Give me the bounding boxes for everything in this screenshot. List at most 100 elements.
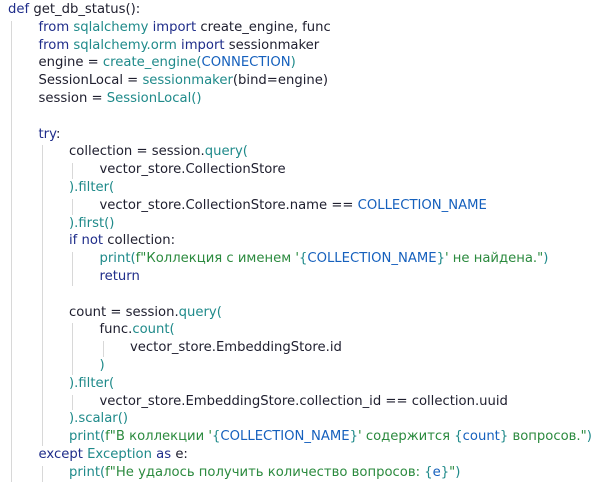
code-token: from: [38, 19, 74, 35]
code-token: }: [499, 429, 509, 445]
code-token: print: [69, 464, 100, 480]
indent-guide: [72, 323, 73, 375]
code-token: :: [55, 126, 61, 142]
code-token: import: [152, 19, 201, 35]
indent-guide: [11, 20, 12, 482]
code-token: ): [290, 55, 296, 71]
code-token: if not: [69, 233, 108, 249]
code-token: COLLECTION_NAME: [220, 429, 350, 445]
code-line: vector_store.CollectionStore.name == COL…: [100, 197, 487, 215]
code-token: e:: [175, 447, 188, 462]
code-token: ).: [69, 375, 79, 391]
code-token: (: [109, 180, 115, 195]
code-token: ): [543, 251, 549, 267]
code-token: (): [117, 411, 129, 427]
code-token: ).: [69, 180, 79, 195]
code-token: create_engine: [102, 55, 197, 71]
code-token: query: [204, 144, 243, 160]
code-token: SessionLocal =: [38, 73, 143, 89]
code-line: collection = session.query(: [69, 143, 248, 161]
code-line: ).first(): [69, 215, 114, 233]
code-token: COLLECTION_NAME: [307, 251, 437, 267]
code-line: if not collection:: [69, 232, 175, 250]
indent-guide: [41, 465, 43, 482]
code-token: (: [216, 304, 222, 320]
indent-guide: [102, 341, 104, 357]
code-token: {: [424, 464, 433, 480]
code-token: SessionLocal: [106, 91, 192, 106]
code-token: count: [132, 322, 170, 338]
code-token: first: [78, 215, 105, 231]
code-token: print: [99, 251, 131, 267]
code-token: sessionmaker: [228, 37, 320, 53]
code-token: COLLECTION_NAME: [357, 197, 487, 213]
code-line: print(f"В коллекции '{COLLECTION_NAME}' …: [69, 428, 592, 446]
code-token: }: [440, 464, 450, 480]
code-token: vector_store.CollectionStore.name ==: [99, 197, 358, 213]
code-line: session = SessionLocal(): [39, 90, 202, 108]
code-line: ).filter(: [69, 375, 114, 393]
code-line: from sqlalchemy.orm import sessionmaker: [39, 37, 320, 55]
code-token: filter: [78, 375, 110, 391]
code-token: f"Не удалось получить количество вопросо…: [105, 464, 425, 480]
code-line: def get_db_status():: [8, 1, 140, 19]
code-token: CONNECTION: [201, 55, 291, 71]
code-token: func.: [99, 322, 133, 338]
code-token: query: [178, 304, 217, 320]
code-token: except: [38, 447, 88, 462]
code-token: (: [109, 375, 115, 391]
code-token: count = session.: [69, 304, 179, 320]
code-line: print(f"Не удалось получить количество в…: [69, 464, 460, 482]
code-token: Exception: [87, 447, 157, 462]
code-token: e: [432, 464, 441, 480]
code-line: except Exception as e:: [39, 446, 188, 464]
code-token: ): [586, 429, 592, 445]
code-line: print(f"Коллекция с именем '{COLLECTION_…: [100, 250, 549, 268]
indent-guide: [72, 163, 73, 179]
code-token: (bind=engine): [232, 73, 328, 89]
code-line: ).filter(: [69, 179, 114, 197]
code-token: return: [99, 269, 140, 284]
code-token: from: [38, 37, 74, 53]
code-token: ' содержится: [358, 429, 455, 445]
code-line: ): [100, 357, 105, 375]
code-token: scalar: [78, 411, 118, 427]
code-line: vector_store.EmbeddingStore.id: [130, 339, 342, 357]
code-token: ): [455, 464, 461, 480]
code-token: ():: [125, 2, 141, 17]
code-token: as: [156, 447, 176, 462]
code-token: f"В коллекции ': [105, 429, 213, 445]
code-line: ).scalar(): [69, 410, 128, 428]
indent-guide: [72, 394, 73, 411]
code-token: (): [191, 91, 202, 106]
indent-guide: [41, 145, 43, 446]
code-token: }: [349, 429, 358, 445]
code-line: from sqlalchemy import create_engine, fu…: [39, 19, 331, 37]
code-line: return: [100, 268, 140, 286]
code-token: import: [181, 37, 229, 53]
code-line: try:: [39, 126, 61, 144]
code-line: engine = create_engine(CONNECTION): [39, 54, 296, 72]
indent-guide: [72, 198, 73, 215]
code-token: ).: [69, 411, 79, 427]
code-editor[interactable]: def get_db_status(): from sqlalchemy impo…: [0, 0, 600, 497]
code-token: f"Коллекция с именем ': [135, 251, 299, 267]
code-token: (): [104, 215, 115, 231]
code-token: print: [69, 429, 100, 445]
code-line: vector_store.CollectionStore: [100, 161, 286, 179]
code-token: }: [436, 251, 445, 267]
code-token: {: [454, 429, 463, 445]
code-token: collection:: [107, 233, 176, 249]
code-line: vector_store.EmbeddingStore.collection_i…: [100, 393, 508, 411]
code-token: session =: [38, 91, 107, 106]
code-token: sqlalchemy.orm: [73, 37, 182, 53]
code-token: create_engine, func: [200, 19, 331, 35]
code-line: SessionLocal = sessionmaker(bind=engine): [39, 72, 328, 90]
code-token: вопросов.": [508, 429, 587, 445]
code-token: try: [38, 126, 56, 142]
code-token: ): [99, 358, 105, 373]
code-line: count = session.query(: [69, 304, 222, 322]
code-token: vector_store.CollectionStore: [99, 162, 286, 178]
code-token: ' не найдена.": [444, 251, 544, 267]
code-token: sqlalchemy: [73, 19, 153, 35]
